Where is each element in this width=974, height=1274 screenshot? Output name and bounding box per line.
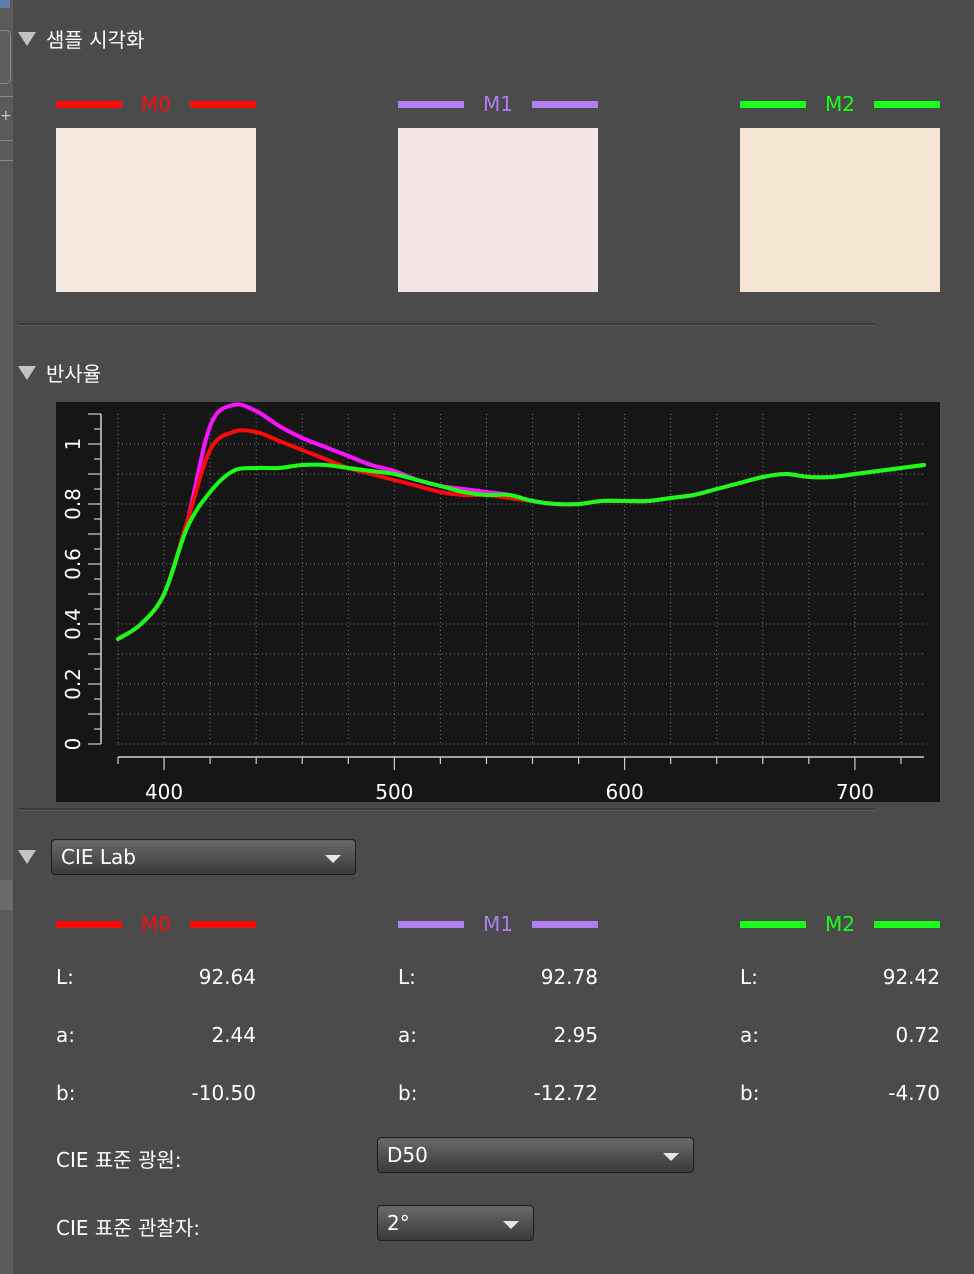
left-window-edge: + <box>0 0 13 1274</box>
color-swatch-m0 <box>56 128 256 292</box>
clipped-panel <box>0 880 13 910</box>
legend-bar <box>874 100 940 108</box>
lab-b-label: b: <box>56 1081 76 1105</box>
lab-l-value-m2: 92.42 <box>882 965 940 989</box>
lab-b-label: b: <box>740 1081 760 1105</box>
legend-m0: M0 <box>56 92 256 116</box>
legend-bar <box>190 920 256 928</box>
colorspace-select-value: CIE Lab <box>61 845 136 869</box>
lab-l-label: L: <box>740 965 758 989</box>
legend-bar <box>190 100 256 108</box>
reflectance-section-header[interactable]: 반사율 <box>18 358 101 386</box>
colorspace-section-header[interactable] <box>18 842 46 870</box>
legend-bar <box>398 920 464 928</box>
legend-m2: M2 <box>740 92 940 116</box>
lab-l-label: L: <box>56 965 74 989</box>
sample-section-title: 샘플 시각화 <box>46 27 145 52</box>
legend-label-m2: M2 <box>825 92 855 116</box>
clipped-control <box>0 30 11 84</box>
y-tick-label: 0.2 <box>61 668 85 700</box>
series-line-m2 <box>116 462 926 641</box>
lab-a-value-m1: 2.95 <box>553 1023 598 1047</box>
x-tick-label: 500 <box>375 780 413 802</box>
legend-bar <box>874 920 940 928</box>
lab-a-value-m2: 0.72 <box>895 1023 940 1047</box>
color-swatch-m1 <box>398 128 598 292</box>
legend-bar <box>532 100 598 108</box>
illuminant-label: CIE 표준 광원: <box>56 1148 182 1172</box>
lab-legend-label-m2: M2 <box>825 912 855 936</box>
y-tick-label: 0.8 <box>61 488 85 520</box>
legend-bar <box>56 920 122 928</box>
chevron-down-icon <box>325 855 341 863</box>
x-tick-label: 700 <box>836 780 874 802</box>
legend-bar <box>740 920 806 928</box>
sample-section-header[interactable]: 샘플 시각화 <box>18 24 144 52</box>
reflectance-chart-svg: 400 500 600 700 0 0.2 0.4 0.6 0.8 1 <box>61 402 926 802</box>
section-divider <box>18 323 874 326</box>
lab-b-value-m1: -12.72 <box>533 1081 598 1105</box>
lab-b-label: b: <box>398 1081 418 1105</box>
lab-b-value-m2: -4.70 <box>888 1081 940 1105</box>
y-tick-label: 0.4 <box>61 608 85 640</box>
lab-l-label: L: <box>398 965 416 989</box>
legend-label-m1: M1 <box>483 92 513 116</box>
reflectance-section-title: 반사율 <box>46 361 102 386</box>
lab-legend-m1: M1 <box>398 912 598 936</box>
legend-m1: M1 <box>398 92 598 116</box>
lab-legend-label-m1: M1 <box>483 912 513 936</box>
observer-label: CIE 표준 관찰자: <box>56 1216 200 1240</box>
legend-label-m0: M0 <box>141 92 171 116</box>
legend-bar <box>398 100 464 108</box>
triangle-down-icon[interactable] <box>18 32 36 46</box>
observer-select-value: 2° <box>387 1211 410 1235</box>
legend-bar <box>532 920 598 928</box>
legend-bar <box>56 100 122 108</box>
y-tick-label: 1 <box>61 438 85 451</box>
strip-line <box>0 160 13 161</box>
strip-line <box>0 140 13 141</box>
lab-l-value-m0: 92.64 <box>198 965 256 989</box>
lab-b-value-m0: -10.50 <box>191 1081 256 1105</box>
lab-l-value-m1: 92.78 <box>540 965 598 989</box>
series-line-m0 <box>116 428 926 641</box>
strip-line <box>0 96 13 97</box>
lab-legend-m2: M2 <box>740 912 940 936</box>
colorspace-select[interactable]: CIE Lab <box>51 839 356 875</box>
lab-a-label: a: <box>740 1023 759 1047</box>
legend-bar <box>740 100 806 108</box>
x-tick-label: 600 <box>606 780 644 802</box>
y-tick-label: 0 <box>61 738 85 751</box>
clipped-glyph: + <box>0 108 12 124</box>
series-line-m1 <box>116 402 926 641</box>
illuminant-select-value: D50 <box>387 1143 428 1167</box>
lab-legend-m0: M0 <box>56 912 256 936</box>
illuminant-select[interactable]: D50 <box>377 1137 694 1173</box>
section-divider <box>18 808 874 811</box>
reflectance-chart: 400 500 600 700 0 0.2 0.4 0.6 0.8 1 <box>56 402 940 802</box>
color-swatch-m2 <box>740 128 940 292</box>
triangle-down-icon[interactable] <box>18 366 36 380</box>
lab-legend-label-m0: M0 <box>141 912 171 936</box>
y-tick-label: 0.6 <box>61 548 85 580</box>
lab-a-label: a: <box>398 1023 417 1047</box>
chevron-down-icon <box>503 1221 519 1229</box>
x-tick-label: 400 <box>145 780 183 802</box>
window-accent <box>0 0 10 8</box>
chevron-down-icon <box>663 1153 679 1161</box>
lab-a-value-m0: 2.44 <box>211 1023 256 1047</box>
triangle-down-icon[interactable] <box>18 850 36 864</box>
observer-select[interactable]: 2° <box>377 1205 534 1241</box>
lab-a-label: a: <box>56 1023 75 1047</box>
